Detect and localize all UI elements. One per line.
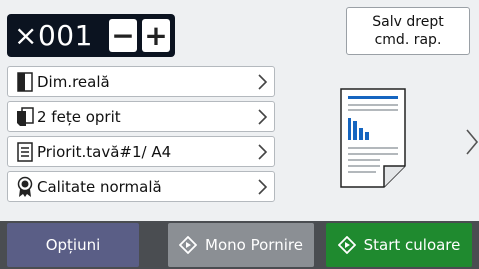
setting-label: 2 fețe oprit — [37, 107, 121, 126]
settings-list: Dim.reală 2 fețe oprit Priorit.tavă#1/ A… — [7, 66, 275, 206]
setting-row-duplex[interactable]: 2 fețe oprit — [7, 101, 275, 132]
duplex-icon — [13, 106, 37, 128]
chevron-right-icon — [258, 74, 268, 90]
shortcut-label-line2: cmd. rap. — [374, 32, 442, 48]
start-diamond-icon — [179, 236, 198, 254]
increase-copies-button[interactable]: + — [142, 19, 170, 52]
decrease-copies-button[interactable]: − — [109, 19, 137, 52]
setting-label: Calitate normală — [37, 177, 162, 196]
setting-label: Priorit.tavă#1/ A4 — [37, 142, 172, 161]
mono-start-label: Mono Pornire — [205, 236, 303, 254]
start-diamond-icon — [337, 236, 356, 254]
mono-start-button[interactable]: Mono Pornire — [168, 223, 314, 267]
save-shortcut-button[interactable]: Salv drept cmd. rap. — [346, 7, 470, 55]
options-label: Opțiuni — [45, 236, 101, 254]
setting-label: Dim.reală — [37, 72, 110, 91]
chevron-right-icon — [258, 109, 268, 125]
setting-row-size[interactable]: Dim.reală — [7, 66, 275, 97]
shortcut-label-line1: Salv drept — [372, 14, 444, 30]
copy-screen: ×001 − + Salv drept cmd. rap. Dim.reală — [0, 0, 479, 269]
page-size-icon — [13, 71, 37, 93]
tray-priority-icon — [13, 141, 37, 163]
document-preview-icon — [340, 88, 406, 188]
chevron-right-icon — [258, 179, 268, 195]
options-button[interactable]: Opțiuni — [7, 223, 139, 267]
copies-value: ×001 — [14, 19, 93, 52]
chevron-right-icon — [258, 144, 268, 160]
setting-row-quality[interactable]: Calitate normală — [7, 171, 275, 202]
color-start-button[interactable]: Start culoare — [326, 223, 472, 267]
setting-row-tray[interactable]: Priorit.tavă#1/ A4 — [7, 136, 275, 167]
copies-counter: ×001 − + — [7, 14, 175, 57]
color-start-label: Start culoare — [363, 236, 461, 254]
quality-ribbon-icon — [13, 176, 37, 198]
next-page-arrow-icon[interactable] — [463, 126, 479, 158]
